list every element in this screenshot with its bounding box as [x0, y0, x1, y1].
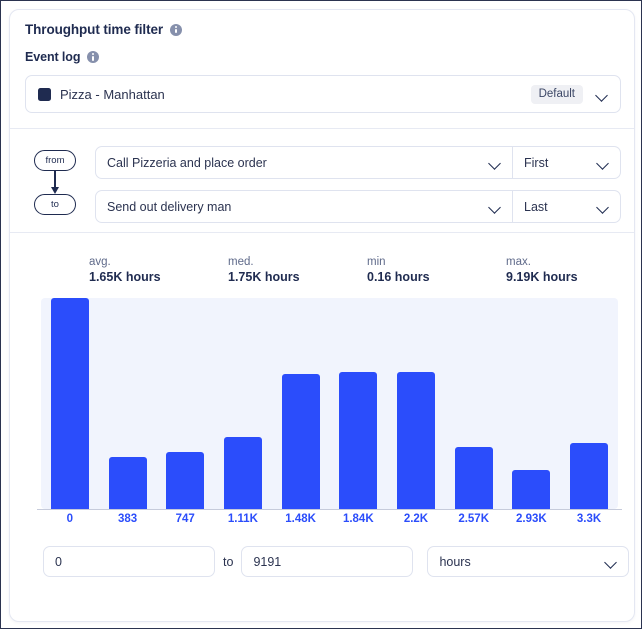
to-occurrence-value: Last [524, 199, 548, 214]
x-axis-tick-label: 747 [175, 513, 195, 525]
chevron-down-icon[interactable] [604, 555, 617, 568]
histogram-bar[interactable] [570, 443, 609, 509]
to-occurrence-select[interactable]: Last [513, 190, 621, 223]
event-log-select[interactable]: Pizza - Manhattan Default [25, 75, 621, 113]
range-inputs-row: to hours [43, 546, 630, 577]
stat-max: max. 9.19K hours [506, 256, 634, 284]
chevron-down-icon[interactable] [596, 200, 609, 213]
histogram-bar-cell[interactable] [99, 298, 157, 509]
x-axis-tick-label: 1.84K [342, 513, 374, 525]
stat-avg: avg. 1.65K hours [89, 256, 228, 284]
panel-header: Throughput time filter [25, 22, 183, 37]
x-axis-tick-label: 1.11K [227, 513, 258, 525]
throughput-histogram [41, 298, 618, 509]
x-axis-tick-label: 2.57K [458, 513, 489, 525]
histogram-bar-cell[interactable] [560, 298, 618, 509]
from-activity-row: Call Pizzeria and place order First [95, 146, 621, 179]
x-axis-line [37, 509, 622, 510]
event-log-label: Event log [25, 50, 81, 64]
filter-panel: Throughput time filter Event log Pizza -… [9, 9, 635, 622]
divider [10, 128, 634, 129]
histogram-bar-cell[interactable] [214, 298, 272, 509]
histogram-bar-cell[interactable] [503, 298, 561, 509]
statistics-row: avg. 1.65K hours med. 1.75K hours min 0.… [89, 256, 634, 284]
x-axis-tick-labels: 0 383 747 1.11K 1.48K 1.84K 2.2K 2.57K 2.93K 3.3K [41, 513, 618, 525]
arrow-down-icon [50, 187, 59, 194]
event-log-name: Pizza - Manhattan [60, 86, 165, 102]
stat-value: 9.19K hours [506, 270, 578, 284]
histogram-bars [41, 298, 618, 509]
from-activity-value: Call Pizzeria and place order [107, 155, 267, 170]
histogram-bar-cell[interactable] [329, 298, 387, 509]
histogram-bar[interactable] [281, 374, 320, 509]
chevron-down-icon[interactable] [595, 88, 608, 101]
histogram-bar[interactable] [166, 452, 205, 509]
range-unit-value: hours [439, 554, 471, 569]
histogram-bar[interactable] [396, 372, 435, 509]
stat-med: med. 1.75K hours [228, 256, 367, 284]
from-occurrence-select[interactable]: First [513, 146, 621, 179]
x-axis-tick-label: 383 [117, 513, 138, 525]
chevron-down-icon[interactable] [596, 156, 609, 169]
x-axis-tick-label: 2.93K [516, 513, 547, 525]
histogram-bar[interactable] [512, 470, 551, 509]
histogram-bar-cell[interactable] [272, 298, 330, 509]
x-axis-tick-label: 3.3K [576, 513, 602, 525]
histogram-bar-cell[interactable] [156, 298, 214, 509]
throughput-time-filter-window: Throughput time filter Event log Pizza -… [0, 0, 642, 629]
stat-value: 1.65K hours [89, 270, 161, 284]
chevron-down-icon[interactable] [488, 156, 501, 169]
histogram-bar[interactable] [339, 372, 378, 509]
stat-min: min 0.16 hours [367, 256, 506, 284]
range-max-input[interactable] [241, 546, 414, 577]
histogram-bar[interactable] [108, 457, 147, 509]
range-to-label: to [223, 554, 234, 569]
stat-value: 1.75K hours [228, 270, 300, 284]
range-min-input[interactable] [43, 546, 215, 577]
chevron-down-icon[interactable] [488, 200, 501, 213]
from-pill: from [34, 150, 76, 171]
color-swatch-icon [38, 87, 51, 101]
from-activity-select[interactable]: Call Pizzeria and place order [95, 146, 513, 179]
histogram-bar[interactable] [50, 298, 89, 509]
x-axis-tick-label: 0 [66, 513, 74, 525]
stat-label: max. [506, 256, 531, 268]
to-activity-select[interactable]: Send out delivery man [95, 190, 513, 223]
histogram-bar-cell[interactable] [387, 298, 445, 509]
to-activity-row: Send out delivery man Last [95, 190, 621, 223]
info-icon[interactable] [87, 51, 100, 63]
stat-value: 0.16 hours [367, 270, 430, 284]
to-activity-value: Send out delivery man [107, 199, 232, 214]
from-to-section: from to Call Pizzeria and place order Fi… [25, 143, 621, 227]
from-occurrence-value: First [524, 155, 549, 170]
histogram-bar[interactable] [223, 437, 262, 509]
info-icon[interactable] [170, 23, 183, 36]
stat-label: min [367, 256, 386, 268]
event-log-label-row: Event log [25, 50, 100, 64]
page-title: Throughput time filter [25, 22, 164, 37]
histogram-bar-cell[interactable] [445, 298, 503, 509]
status-badge: Default [530, 84, 583, 104]
divider [10, 232, 634, 233]
stat-label: med. [228, 256, 254, 268]
to-pill: to [34, 194, 76, 215]
range-unit-select[interactable]: hours [427, 546, 630, 577]
stat-label: avg. [89, 256, 111, 268]
histogram-bar[interactable] [454, 447, 493, 509]
histogram-bar-cell[interactable] [41, 298, 99, 509]
x-axis-tick-label: 1.48K [285, 513, 316, 525]
x-axis-tick-label: 2.2K [403, 513, 429, 525]
